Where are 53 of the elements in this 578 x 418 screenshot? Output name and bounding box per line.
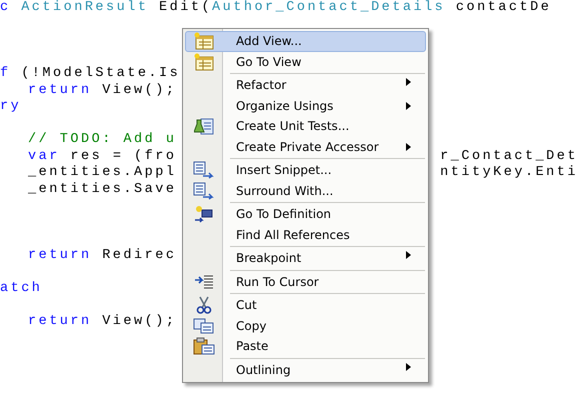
menu-item[interactable]: Surround With... — [185, 180, 426, 201]
code-token: _entities.Save — [28, 182, 176, 198]
code-token: Author_Contact_Details — [212, 0, 446, 16]
document-arrow-icon — [193, 161, 215, 180]
code-token: View(); — [101, 314, 176, 330]
copy-icon — [193, 318, 215, 334]
code-token: _entities.Appl — [28, 165, 176, 182]
menu-item[interactable]: Insert Snippet... — [185, 157, 426, 180]
code-token: return — [28, 248, 92, 264]
menu-item[interactable]: Find All References — [185, 224, 426, 245]
menu-item[interactable]: Cut — [185, 292, 426, 316]
arrow-lines-icon — [194, 274, 214, 289]
code-token: (!ModelState.Is — [20, 66, 180, 82]
submenu-arrow-icon — [406, 362, 411, 370]
code-token: ry — [0, 99, 22, 116]
menu-item[interactable]: Organize Usings — [185, 96, 426, 116]
menu-item[interactable]: Run To Cursor — [185, 268, 426, 292]
menu-item[interactable]: Create Private Accessor — [185, 136, 426, 157]
code-token: // TODO: Add u — [28, 132, 176, 148]
menu-item[interactable]: Create Unit Tests... — [185, 116, 426, 136]
menu-item[interactable]: Breakpoint — [185, 245, 426, 268]
menu-item[interactable]: Add View... — [185, 31, 426, 52]
paste-icon — [193, 337, 215, 356]
table-icon — [194, 32, 214, 50]
code-token: View(); — [101, 82, 176, 99]
menu-item[interactable]: Paste — [185, 336, 426, 356]
submenu-arrow-icon — [406, 142, 411, 150]
table-icon — [194, 52, 214, 71]
submenu-arrow-icon — [406, 78, 411, 86]
code-token: return — [28, 314, 92, 330]
code-token: ntityKey.Enti — [440, 165, 578, 182]
menu-item[interactable]: Go To View — [185, 52, 426, 72]
code-token: f — [0, 66, 11, 82]
submenu-arrow-icon — [406, 251, 411, 259]
arrow-box-icon — [194, 205, 214, 224]
code-token: var — [28, 148, 60, 165]
menu-item[interactable]: Refactor — [185, 72, 426, 96]
document-arrow-icon — [193, 182, 215, 200]
code-token: atch — [0, 280, 42, 297]
code-token: Redirec — [101, 248, 176, 264]
menu-item[interactable]: Outlining — [185, 356, 426, 380]
code-token: r_Contact_Det — [440, 148, 578, 165]
menu-item[interactable]: Copy — [185, 316, 426, 336]
menu-item[interactable]: Go To Definition — [185, 201, 426, 224]
code-token: return — [28, 82, 92, 99]
code-token: c — [0, 0, 11, 16]
submenu-arrow-icon — [406, 102, 411, 110]
code-token: ActionResult — [20, 0, 148, 16]
scissors-icon — [196, 296, 212, 314]
code-token: contactDe — [454, 0, 552, 16]
flask-document-icon — [194, 117, 214, 136]
code-token: res = (fro — [69, 148, 176, 165]
code-token: Edit( — [158, 0, 212, 16]
